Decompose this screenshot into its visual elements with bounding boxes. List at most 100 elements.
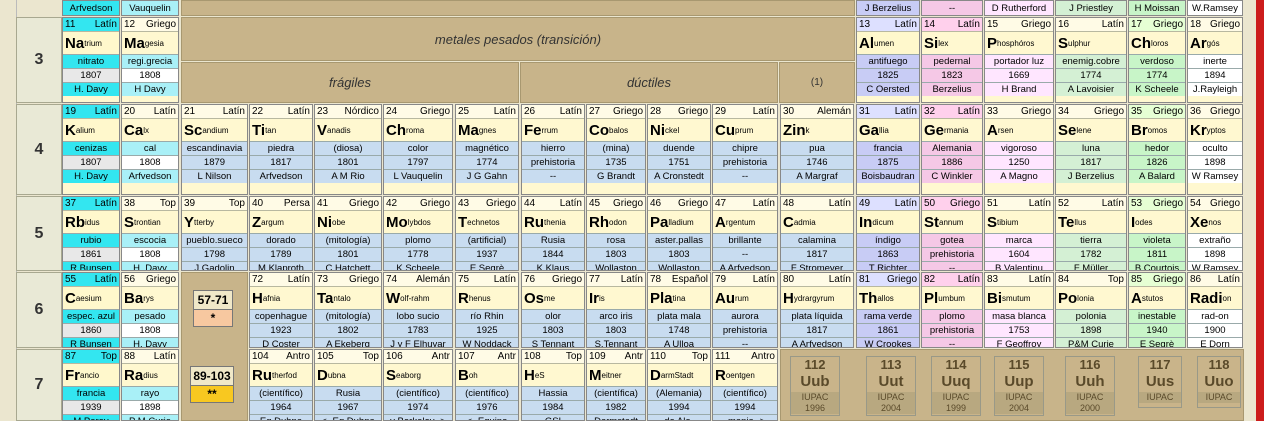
element-cell-45[interactable]: 45 Griego Rh odon rosa 1803 Wollaston [586, 196, 646, 271]
element-cell-13[interactable]: 13 Latín Al umen antifuego 1825 C Oersted [856, 17, 920, 103]
element-cell-56[interactable]: 56 Griego Ba rys pesado 1808 H. Davy [121, 272, 179, 348]
synthetic-element-114[interactable]: 114 Uuq IUPAC 1999 [931, 356, 981, 416]
element-cell-87[interactable]: 87TopFranciofrancia1939M Perey [62, 349, 120, 421]
name-origin: Griego [677, 106, 708, 117]
element-cell-76[interactable]: 76 Griego Os me olor 1803 S Tennant [521, 272, 585, 348]
element-cell-38[interactable]: 38 Top St rontian escocia 1808 H. Davy [121, 196, 179, 271]
element-cell-44[interactable]: 44 Latín Ru thenia Rusia 1844 K Klaus [521, 196, 585, 271]
element-cell-51[interactable]: 51 Latín Sti bium marca 1604 B Valentinu [984, 196, 1054, 271]
element-cell-104[interactable]: 104AntroRutherfod(científico)1964Eq Dubn… [249, 349, 313, 421]
element-cell-15[interactable]: 15 Griego Phosphóros portador luz 1669 H Bran… [984, 17, 1054, 103]
element-cell-82[interactable]: 82 Latín Pl um bum plomo prehistoria -- [921, 272, 983, 348]
element-cell-26[interactable]: 26 Latín Fe rrum hierro prehistoria -- [521, 104, 585, 195]
element-cell-27[interactable]: 27 Griego Co balos (mina) 1735 G Brandt [586, 104, 646, 195]
name-origin: Griego [1093, 106, 1124, 117]
element-cell-42[interactable]: 42 Griego Mo lybdos plomo 1778 K Scheele [383, 196, 453, 271]
series-box-89-103[interactable]: 89-103 ** [190, 366, 234, 403]
element-cell-83[interactable]: 83 Latín Bi smutum masa blanca 1753 F Geoffroy [984, 272, 1054, 348]
element-cell-24[interactable]: 24 Griego Ch r oma color 1797 L Vauquelin [383, 104, 453, 195]
element-l3: -- [922, 337, 982, 347]
atomic-number: 17 [1131, 19, 1143, 30]
discovery-year: 1999 [932, 403, 980, 414]
element-cell-39[interactable]: 39 Top Ytterby pueblo.sueco 1798 J Gadolin [181, 196, 248, 271]
name-part: omos [1147, 125, 1168, 135]
element-cell-47[interactable]: 47 Latín Ar gentum brillante -- A Arfvedson [712, 196, 778, 271]
element-cell-88[interactable]: 88LatínRadiusrayo1898P M Curie [121, 349, 179, 421]
series-box-57-71[interactable]: 57-71 * [193, 290, 233, 327]
element-cell-84[interactable]: 84 Top Po lonia polonia 1898 P&M Curie [1055, 272, 1127, 348]
element-cell-35[interactable]: 35 Griego Br omos hedor 1826 A Balard [1128, 104, 1186, 195]
element-cell-105[interactable]: 105TopDubnaRusia1967<- Eq Dubna [314, 349, 382, 421]
element-cell-28[interactable]: 28 Griego Ni ckel duende 1751 A Cronstedt [647, 104, 711, 195]
element-cell-22[interactable]: 22 Latín Ti tan piedra 1817 Arfvedson [249, 104, 313, 195]
element-cell-110[interactable]: 110TopDarmStadt(Alemania)1994de Ale- [647, 349, 711, 421]
element-header: 41 Griego [315, 197, 381, 211]
element-l1: chipre [713, 141, 777, 155]
element-cell-11[interactable]: 11 Latín Na trium nitrato 1807 H. Davy [62, 17, 120, 103]
element-cell-21[interactable]: 21 Latín Sc andium escandinavia 1879 L Nilson [181, 104, 248, 195]
element-cell-109[interactable]: 109AntrMeitner(científica)1982Darmstadt [586, 349, 646, 421]
element-cell-20[interactable]: 20 Latín Ca lx cal 1808 Arfvedson [121, 104, 179, 195]
element-cell-32[interactable]: 32 Latín Ge rmania Alemania 1886 C Winkler [921, 104, 983, 195]
element-l3: H Davy [122, 82, 178, 96]
element-l1: enemig.cobre [1056, 54, 1126, 68]
element-cell-36[interactable]: 36 Griego Kr yptos oculto 1898 W Ramsey [1187, 104, 1243, 195]
element-cell-81[interactable]: 81 Griego Th a llos rama verde 1861 W Crookes [856, 272, 920, 348]
name-part: rrum [541, 125, 558, 135]
element-header: 87 Top [63, 350, 119, 364]
element-cell-29[interactable]: 29 Latín Cu prum chipre prehistoria -- [712, 104, 778, 195]
element-cell-79[interactable]: 79 Latín Au rum aurora prehistoria -- [712, 272, 778, 348]
element-cell-73[interactable]: 73 Griego Ta ntalo (mitología) 1802 A Ekeberg [314, 272, 382, 348]
element-name: Roent gen [713, 364, 777, 386]
element-cell-78[interactable]: 78 Español Pla ti na plata mala 1748 A Ulloa [647, 272, 711, 348]
element-cell-37[interactable]: 37 Latín Rb idus rubio 1861 R Bunsen [62, 196, 120, 271]
element-cell-77[interactable]: 77 Latín Ir is arco iris 1803 S.Tennant [586, 272, 646, 348]
element-cell-75[interactable]: 75 Latín Rh enus río Rhin 1925 W Noddack [455, 272, 519, 348]
element-cell-54[interactable]: 54 Griego Xe nos extraño 1898 W Ramsey [1187, 196, 1243, 271]
element-cell-107[interactable]: 107 Antr Boh(científico)1976<- Equipo [455, 349, 519, 421]
synthetic-element-117[interactable]: 117 Uus IUPAC [1138, 356, 1182, 408]
name-part: na [336, 370, 346, 380]
element-cell-43[interactable]: 43 Griego Tec hnetos (artificial) 1937 E Segrè [455, 196, 519, 271]
element-cell-48[interactable]: 48 Latín Ca dmia calamina 1817 F Stromeyer [780, 196, 854, 271]
element-cell-30[interactable]: 30 Alemán Zin k pua 1746 A Margraf [780, 104, 854, 195]
element-cell-53[interactable]: 53 Griego Iodes violeta 1811 B Courtois [1128, 196, 1186, 271]
synthetic-element-113[interactable]: 113 Uut IUPAC 2004 [866, 356, 916, 416]
element-cell-41[interactable]: 41 Griego Ni o be (mitología) 1801 C Hatchett [314, 196, 382, 271]
element-l2: 1974 [384, 400, 452, 414]
element-cell-23[interactable]: 23 Nórdico Vanadis (diosa) 1801 A M Rio [314, 104, 382, 195]
atomic-number: 15 [987, 19, 999, 30]
element-cell-19[interactable]: 19 Latín Kalium cenizas 1807 H. Davy [62, 104, 120, 195]
element-header: 48 Latín [781, 197, 853, 211]
element-cell-49[interactable]: 49 Latín In dicum índigo 1863 T Richter [856, 196, 920, 271]
element-cell-46[interactable]: 46 Griego Pa lla dium aster.pallas 1803 Wollast… [647, 196, 711, 271]
synthetic-element-116[interactable]: 116 Uuh IUPAC 2000 [1065, 356, 1115, 416]
element-cell-14[interactable]: 14 Latín Si lex pedernal 1823 Berzelius [921, 17, 983, 103]
synthetic-element-115[interactable]: 115 Uup IUPAC 2004 [994, 356, 1044, 416]
element-cell-25[interactable]: 25 Latín Ma gn es magnético 1774 J G Gahn [455, 104, 519, 195]
element-cell-34[interactable]: 34 Griego Se lene luna 1817 J Berzelius [1055, 104, 1127, 195]
atomic-number: 78 [650, 274, 662, 285]
element-cell-55[interactable]: 55 Latín Cae sium espec. azul 1860 R Bunsen [62, 272, 120, 348]
element-cell-106[interactable]: 106AntrSeaborg(científico)1974y Berkeley… [383, 349, 453, 421]
element-cell-85[interactable]: 85 Griego As tutos inestable 1940 E Segrè [1128, 272, 1186, 348]
element-cell-31[interactable]: 31 Latín Ga llia francia 1875 Boisbaudran [856, 104, 920, 195]
element-cell-86[interactable]: 86 Latín Radi o n rad-on 1900 E Dorn [1187, 272, 1243, 348]
element-cell-12[interactable]: 12 Griego Ma g esia regi.grecia 1808 H Davy [121, 17, 179, 103]
element-cell-80[interactable]: 80 Latín Hydrar gyrum plata líquida 1817 A Arf… [780, 272, 854, 348]
element-cell-16[interactable]: 16 Latín Sulphur enemig.cobre 1774 A Lavoisie… [1055, 17, 1127, 103]
element-cell-18[interactable]: 18 Griego Ar gós inerte 1894 J.Rayleigh [1187, 17, 1243, 103]
element-cell-74[interactable]: 74 Alemán Wolf-rahm lobo sucio 1783 J y F Elh… [383, 272, 453, 348]
element-cell-40[interactable]: 40 Persa Za rgum dorado 1789 M Klaproth [249, 196, 313, 271]
element-cell-108[interactable]: 108 Top HeSHassia1984GSI [521, 349, 585, 421]
element-cell-33[interactable]: 33 Griego Ar sen vigoroso 1250 A Magno [984, 104, 1054, 195]
element-cell-50[interactable]: 50 Griego St a nnum gotea prehistoria -- [921, 196, 983, 271]
element-cell-72[interactable]: 72 Latín Ha fnia copenhague 1923 D Coster [249, 272, 313, 348]
synthetic-element-118[interactable]: 118 Uuo IUPAC [1197, 356, 1241, 408]
symbol-part: Kr [1190, 121, 1207, 139]
synthetic-element-112[interactable]: 112 Uub IUPAC 1996 [790, 356, 840, 416]
element-cell-17[interactable]: 17 Griego Ch l oros verdoso 1774 K Scheele [1128, 17, 1186, 103]
name-part: ec [467, 217, 476, 227]
element-cell-111[interactable]: 111AntroRoentgen(científico)1994-mania -… [712, 349, 778, 421]
element-cell-52[interactable]: 52 Latín Te llus tierra 1782 F Müller [1055, 196, 1127, 271]
